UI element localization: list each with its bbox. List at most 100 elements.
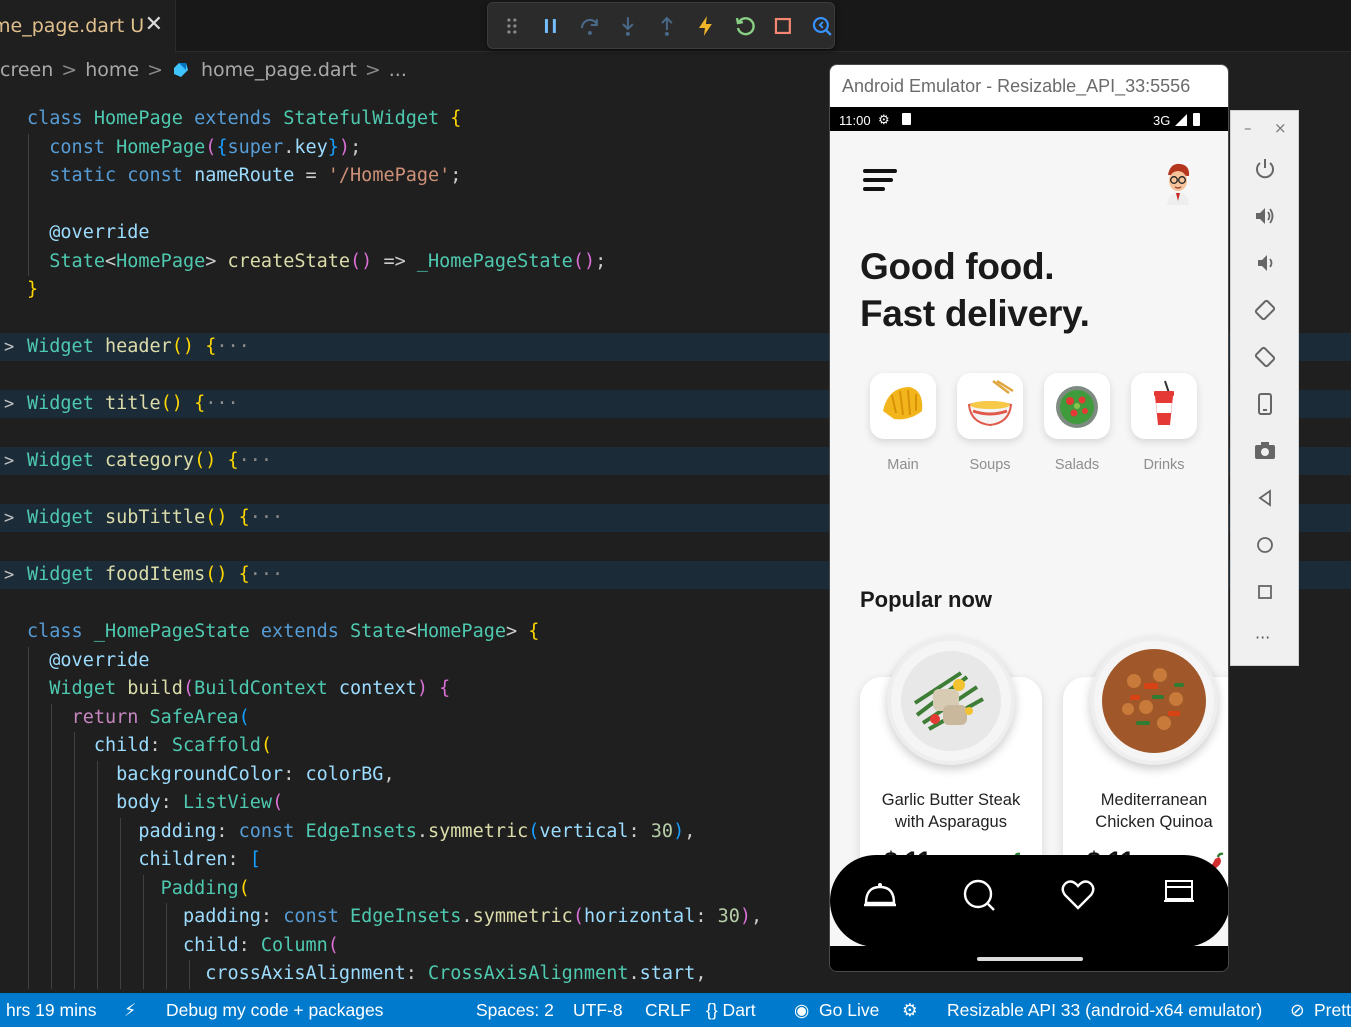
settings-gear-icon: ⚙	[878, 112, 890, 127]
overview-icon[interactable]	[1252, 579, 1278, 605]
prettier-icon: ⊘	[1290, 1000, 1305, 1020]
headline-line-1: Good food.	[860, 246, 1055, 287]
minimize-button[interactable]: –	[1244, 119, 1252, 137]
home-gesture-pill[interactable]	[977, 957, 1083, 961]
bottom-navigation	[830, 855, 1228, 947]
indent-guide	[189, 960, 190, 989]
category-icon-box	[957, 373, 1023, 439]
rotate-right-icon[interactable]	[1252, 344, 1278, 370]
noodle-bowl-icon	[967, 379, 1014, 427]
android-emulator-window: Android Emulator - Resizable_API_33:5556…	[829, 64, 1229, 972]
code-text: Widget subTittle() {···	[27, 507, 284, 528]
status-debug-mode[interactable]: Debug my code + packages	[166, 1000, 383, 1021]
fold-chevron-icon[interactable]: >	[4, 333, 14, 361]
volume-up-icon[interactable]	[1252, 203, 1278, 229]
code-text: class HomePage extends StatefulWidget {	[27, 108, 462, 129]
restart-icon[interactable]	[733, 14, 757, 38]
status-prettier[interactable]: Prett	[1314, 1000, 1351, 1021]
tab-bar: me_page.dart U ✕	[0, 0, 1351, 52]
home-icon[interactable]	[1252, 532, 1278, 558]
more-options-icon[interactable]: ···	[1255, 628, 1270, 647]
menu-icon[interactable]	[863, 169, 899, 199]
copilot-icon: ⚙	[902, 1000, 918, 1020]
breadcrumb-folder-screen[interactable]: creen	[0, 59, 53, 81]
code-text: backgroundColor: colorBG,	[116, 763, 395, 785]
cloche-home-icon[interactable]	[862, 877, 898, 913]
fold-device-icon[interactable]	[1252, 391, 1278, 417]
category-drinks[interactable]: Drinks	[1131, 373, 1197, 473]
sd-card-icon	[902, 113, 911, 125]
dumpling-icon	[883, 387, 923, 420]
stop-icon[interactable]	[771, 14, 795, 38]
code-text: Widget foodItems() {···	[27, 564, 284, 585]
indent-guide	[74, 732, 75, 989]
camera-icon[interactable]	[1252, 438, 1278, 464]
code-text: @override	[49, 649, 150, 671]
status-eol[interactable]: CRLF	[645, 1000, 691, 1021]
search-icon[interactable]	[961, 877, 997, 913]
close-button[interactable]: ×	[1274, 119, 1287, 137]
salad-icon	[1056, 386, 1098, 428]
drag-handle-icon[interactable]	[500, 14, 524, 38]
status-spaces[interactable]: Spaces: 2	[476, 1000, 554, 1021]
code-text: Padding(	[160, 877, 250, 899]
indent-guide	[97, 760, 98, 989]
power-icon[interactable]	[1252, 156, 1278, 182]
code-text: State<HomePage> createState() => _HomePa…	[49, 250, 607, 272]
indent-guide	[120, 817, 121, 989]
code-text: Widget title() {···	[27, 393, 239, 414]
indent-guide	[143, 874, 144, 989]
orders-icon[interactable]	[1161, 877, 1197, 913]
battery-icon	[1193, 113, 1200, 126]
category-icon-box	[1044, 373, 1110, 439]
category-icon-box	[1131, 373, 1197, 439]
code-text: class _HomePageState extends State<HomeP…	[27, 621, 540, 642]
breadcrumb-folder-home[interactable]: home	[85, 59, 139, 81]
volume-down-icon[interactable]	[1252, 250, 1278, 276]
tab-home-page-dart[interactable]: me_page.dart U ✕	[0, 0, 176, 52]
status-go-live[interactable]: Go Live	[819, 1000, 879, 1021]
steak-plate-image	[891, 641, 1011, 761]
step-into-icon[interactable]	[616, 14, 640, 38]
category-salads[interactable]: Salads	[1044, 373, 1110, 473]
fold-chevron-icon[interactable]: >	[4, 561, 14, 589]
status-device[interactable]: Resizable API 33 (android-x64 emulator)	[947, 1000, 1262, 1021]
code-text: padding: const EdgeInsets.symmetric(vert…	[138, 820, 696, 842]
code-text: }	[27, 279, 39, 300]
status-timer[interactable]: hrs 19 mins	[6, 1000, 96, 1021]
broadcast-icon: ◉	[794, 1000, 810, 1020]
breadcrumb-symbol[interactable]: ...	[389, 59, 407, 81]
rotate-left-icon[interactable]	[1252, 297, 1278, 323]
fold-chevron-icon[interactable]: >	[4, 390, 14, 418]
inspect-widget-icon[interactable]	[810, 14, 834, 38]
food-name: Garlic Butter Steak with Asparagus	[881, 791, 1021, 831]
emulator-controls: – × ···	[1230, 110, 1299, 666]
avatar[interactable]	[1160, 161, 1196, 205]
drink-cup-icon	[1154, 380, 1174, 425]
status-encoding[interactable]: UTF-8	[573, 1000, 623, 1021]
step-out-icon[interactable]	[655, 14, 679, 38]
step-over-icon[interactable]	[578, 14, 602, 38]
status-language[interactable]: {} Dart	[706, 1000, 756, 1021]
pause-icon[interactable]	[539, 14, 563, 38]
breadcrumb-file[interactable]: home_page.dart	[201, 59, 357, 81]
category-main[interactable]: Main	[870, 373, 936, 473]
flutter-icon: ⚡︎	[124, 1000, 137, 1020]
debug-toolbar	[487, 2, 835, 49]
quinoa-plate-image	[1094, 641, 1214, 761]
indent-guide	[28, 646, 29, 989]
category-label: Salads	[1054, 457, 1100, 473]
code-text: Widget build(BuildContext context) {	[49, 678, 451, 699]
heart-icon[interactable]	[1060, 877, 1096, 913]
phone-status-bar: 11:00 ⚙ 3G	[830, 109, 1228, 131]
tab-close-icon[interactable]: ✕	[145, 12, 163, 37]
category-label: Drinks	[1143, 457, 1185, 473]
fold-chevron-icon[interactable]: >	[4, 504, 14, 532]
food-image-quinoa	[1090, 637, 1218, 765]
indent-guide	[28, 133, 29, 276]
category-soups[interactable]: Soups	[957, 373, 1023, 473]
hot-reload-icon[interactable]	[694, 14, 718, 38]
network-type: 3G	[1153, 113, 1171, 128]
back-icon[interactable]	[1252, 485, 1278, 511]
fold-chevron-icon[interactable]: >	[4, 447, 14, 475]
